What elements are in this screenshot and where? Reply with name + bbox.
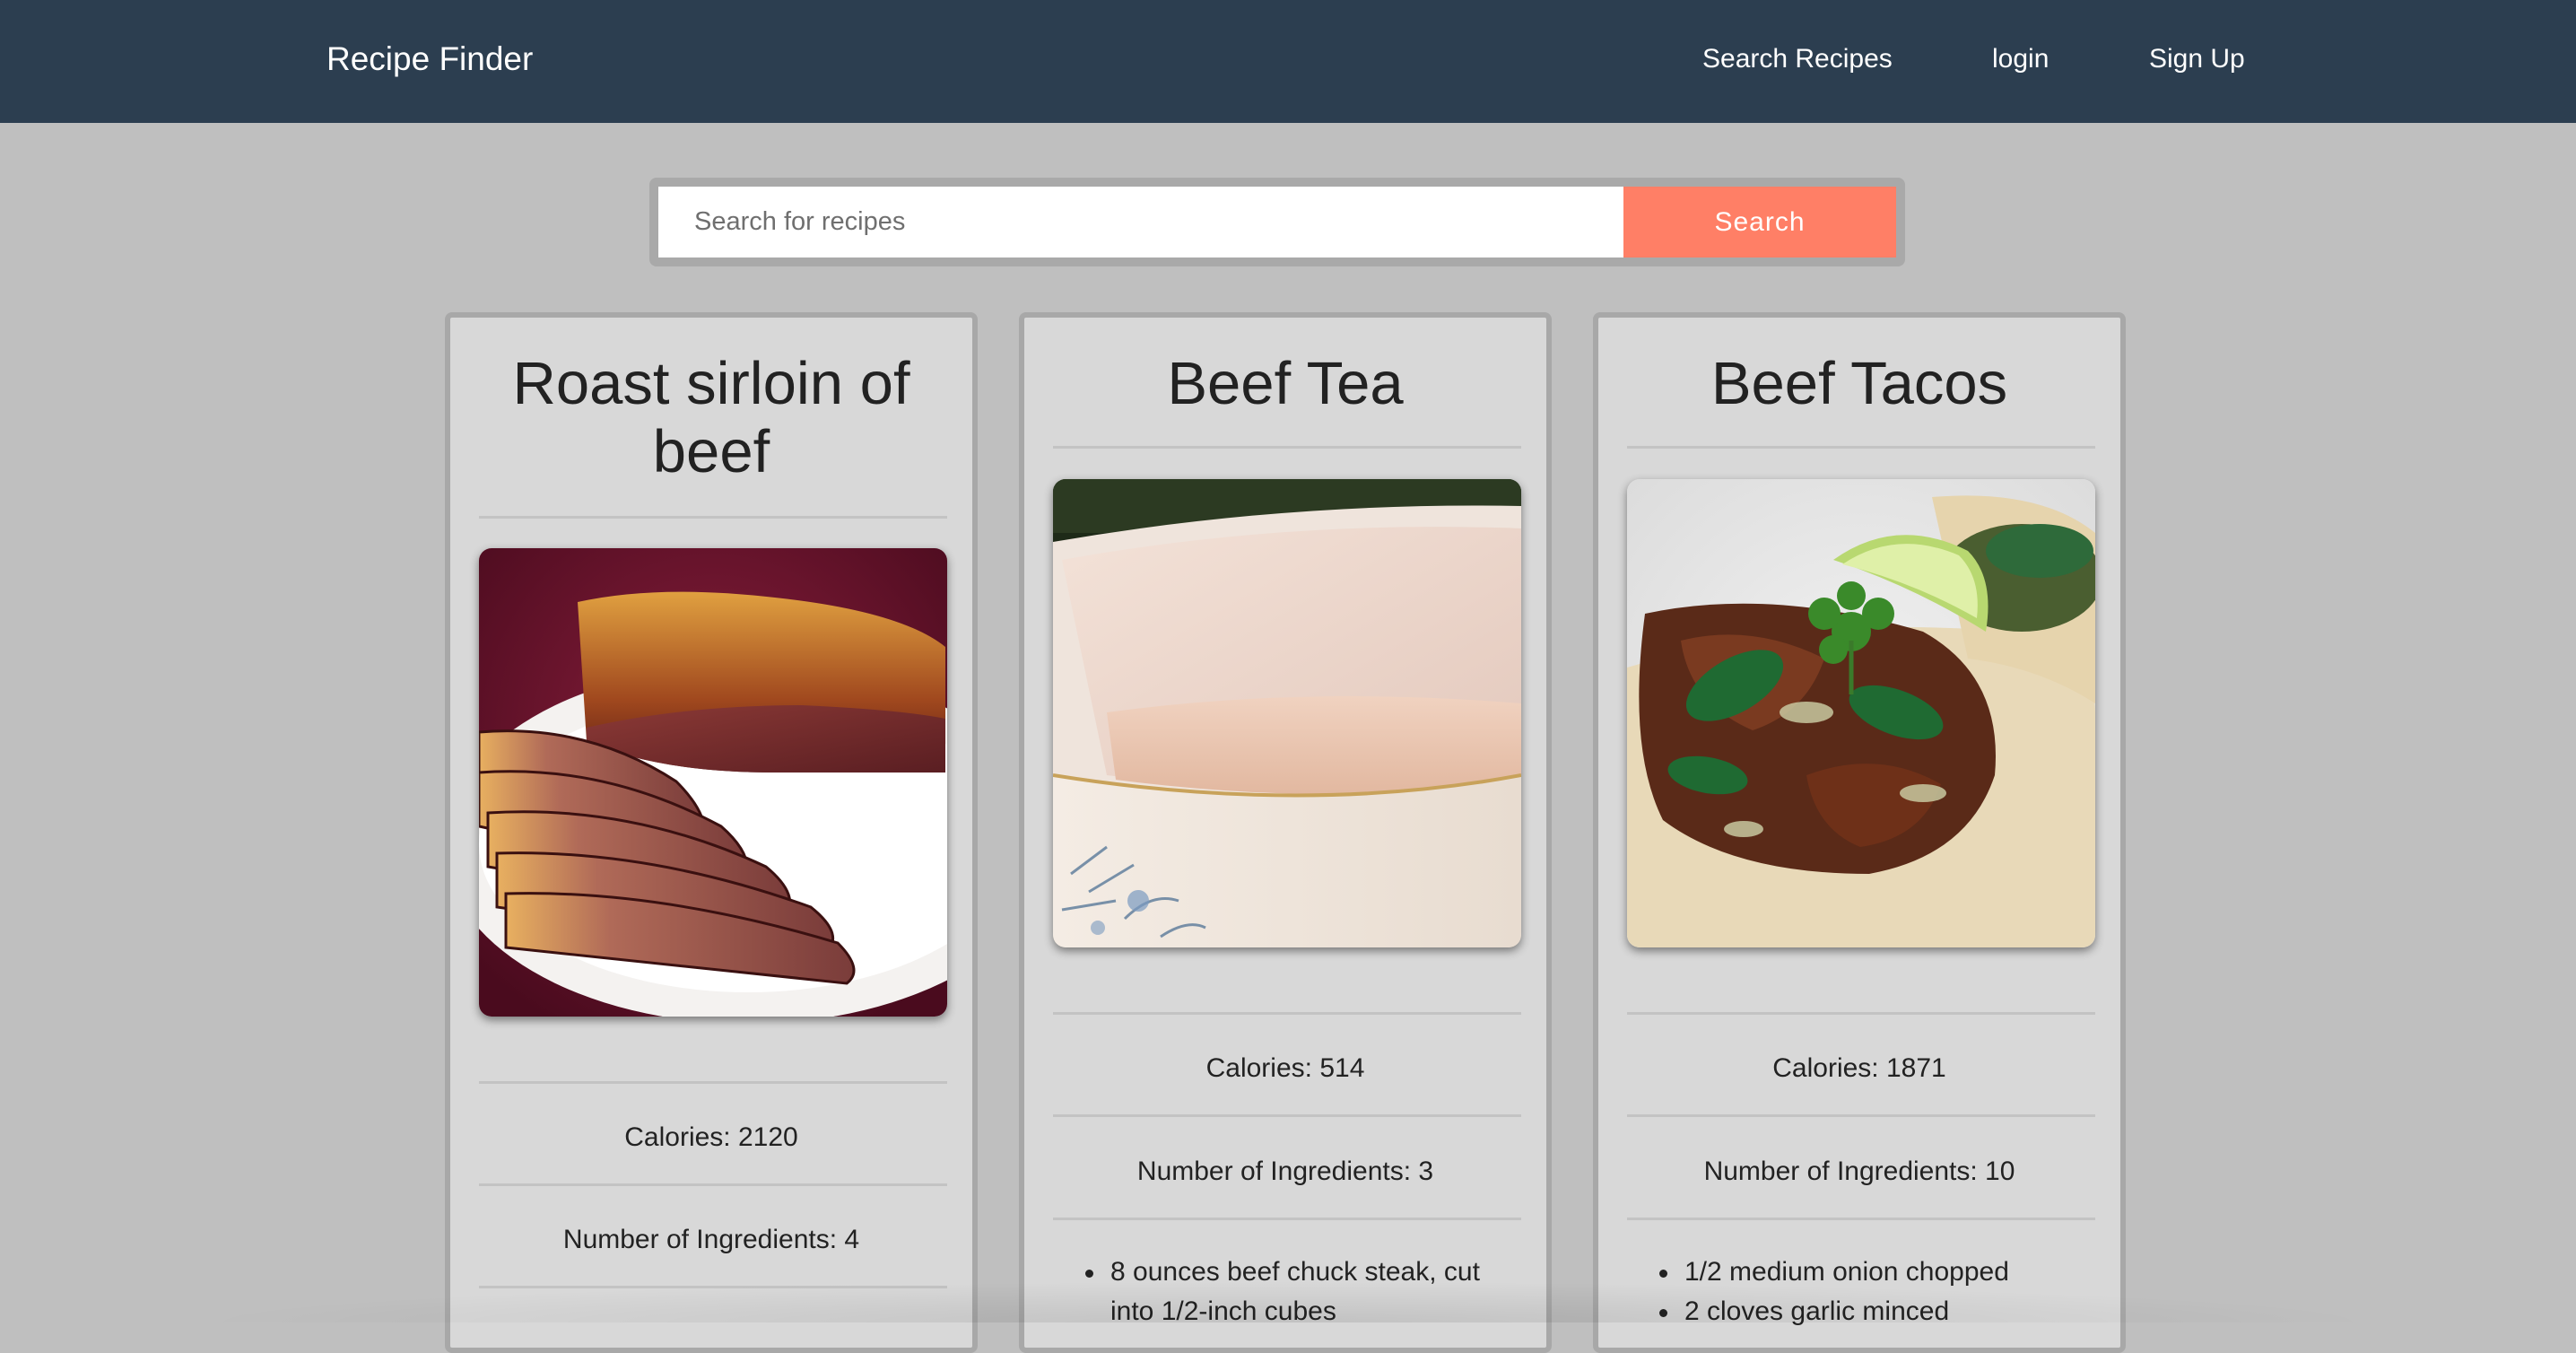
recipe-card[interactable]: Roast sirloin of beef Calories: 2120 Num… (445, 312, 978, 1353)
nav-link-sign-up[interactable]: Sign Up (2149, 0, 2245, 118)
divider (1053, 1218, 1521, 1220)
ingredient-item: 2 cloves garlic minced (1656, 1292, 2104, 1331)
calories-text: Calories: 1871 (1772, 1053, 1946, 1083)
brand-logo[interactable]: Recipe Finder (326, 0, 533, 118)
divider (479, 1081, 947, 1084)
ingredients-count-text: Number of Ingredients: 3 (1136, 1157, 1434, 1186)
navbar: Recipe Finder Search Recipes login Sign … (0, 0, 2576, 123)
ingredients-list: 8 ounces beef chuck steak, cut into 1/2-… (1082, 1253, 1530, 1331)
divider (1627, 1218, 2095, 1220)
ingredients-count-text: Number of Ingredients: 10 (1703, 1157, 2015, 1186)
recipe-title: Beef Tea (1167, 350, 1404, 417)
ingredient-item: 1/2 medium onion chopped (1656, 1253, 2104, 1292)
divider (1627, 1012, 2095, 1015)
recipe-title: Beef Tacos (1710, 350, 2008, 417)
divider (1053, 1114, 1521, 1117)
calories-text: Calories: 2120 (624, 1122, 798, 1152)
beef-tea-image (1053, 479, 1521, 947)
ingredients-list: 1/2 medium onion chopped 2 cloves garlic… (1656, 1253, 2104, 1331)
divider (479, 1286, 947, 1288)
divider (479, 1183, 947, 1186)
search-button[interactable]: Search (1623, 187, 1896, 258)
beef-tacos-image (1627, 479, 2095, 947)
divider (1053, 1012, 1521, 1015)
ingredients-count-text: Number of Ingredients: 4 (562, 1225, 860, 1254)
recipe-title: Roast sirloin of beef (512, 350, 910, 485)
nav-link-search-recipes[interactable]: Search Recipes (1702, 0, 1893, 118)
roast-beef-image (479, 548, 947, 1017)
divider (1627, 446, 2095, 449)
nav-link-login[interactable]: login (1992, 0, 2049, 118)
ingredient-item: 8 ounces beef chuck steak, cut into 1/2-… (1082, 1253, 1530, 1331)
divider (479, 516, 947, 519)
recipe-card[interactable]: Beef Tacos Calories: 1871 Number of Ingr… (1593, 312, 2126, 1353)
divider (1627, 1114, 2095, 1117)
recipe-card[interactable]: Beef Tea Calories: 514 Number of Ingredi… (1019, 312, 1552, 1353)
divider (1053, 446, 1521, 449)
search-input[interactable] (658, 187, 1623, 258)
calories-text: Calories: 514 (1205, 1053, 1365, 1083)
search-bar: Search (649, 178, 1905, 266)
